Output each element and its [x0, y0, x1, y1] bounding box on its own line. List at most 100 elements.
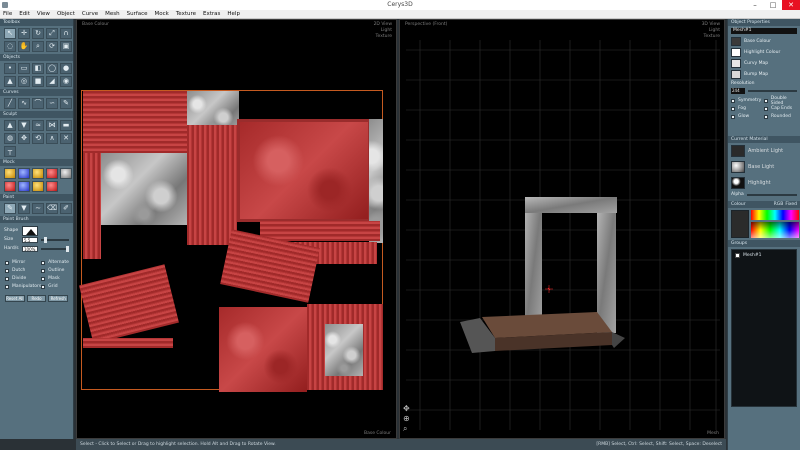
brush-shape-preview[interactable]: [22, 225, 38, 236]
move-icon[interactable]: ✛: [18, 28, 30, 39]
material-gold-icon[interactable]: [4, 168, 16, 179]
spline-icon[interactable]: ∽: [46, 98, 58, 109]
double-sided-checkbox[interactable]: Double Sided: [764, 96, 797, 106]
perspective-viewport[interactable]: Perspective (Front) 3D View Light Textur…: [399, 19, 725, 439]
menu-mesh[interactable]: Mesh: [105, 11, 119, 17]
pen-icon[interactable]: ✎: [60, 98, 72, 109]
sculpt-grab-icon[interactable]: ✥: [18, 133, 30, 144]
sculpt-inflate-icon[interactable]: ◍: [4, 133, 16, 144]
mask-checkbox[interactable]: Mask: [41, 275, 69, 282]
sculpt-flatten-icon[interactable]: ▬: [60, 120, 72, 131]
alpha-slider[interactable]: [746, 193, 797, 196]
sculpt-twist-icon[interactable]: ⟲: [32, 133, 44, 144]
menu-help[interactable]: Help: [227, 11, 240, 17]
vertex-icon[interactable]: •: [4, 63, 16, 74]
menu-extras[interactable]: Extras: [203, 11, 220, 17]
texture-viewport[interactable]: Base Colour 2D View Light Texture Base C…: [76, 19, 397, 439]
material-gray-icon[interactable]: [60, 168, 72, 179]
lasso-icon[interactable]: ◌: [4, 41, 16, 52]
ambient-light-swatch[interactable]: [731, 145, 745, 157]
grid-checkbox[interactable]: Grid: [41, 283, 69, 290]
sphere-icon[interactable]: ●: [60, 63, 72, 74]
tube-icon[interactable]: ◉: [60, 76, 72, 87]
resolution-slider[interactable]: [748, 90, 797, 92]
sculpt-smooth-icon[interactable]: ≈: [32, 120, 44, 131]
uv-patch[interactable]: [237, 119, 371, 222]
plane-icon[interactable]: ▭: [18, 63, 30, 74]
current-colour-swatch[interactable]: [731, 210, 749, 238]
hardness-input[interactable]: 100%: [22, 245, 38, 252]
manipulators-checkbox[interactable]: Manipulators: [5, 283, 41, 290]
paint-picker-icon[interactable]: ✐: [60, 203, 72, 214]
sculpt-layer-icon[interactable]: ┬: [4, 146, 16, 157]
orbit-icon[interactable]: ⟳: [46, 41, 58, 52]
uv-patch[interactable]: [83, 338, 173, 348]
alternate-checkbox[interactable]: Alternate: [41, 259, 69, 266]
hardness-slider[interactable]: [41, 245, 70, 252]
mirror-checkbox[interactable]: Mirror: [5, 259, 41, 266]
sculpt-push-icon[interactable]: ▼: [18, 120, 30, 131]
uv-patch[interactable]: [187, 125, 237, 245]
curve-icon[interactable]: ∿: [18, 98, 30, 109]
menu-mock[interactable]: Mock: [155, 11, 169, 17]
menu-surface[interactable]: Surface: [127, 11, 148, 17]
box-icon[interactable]: ■: [32, 76, 44, 87]
bezier-icon[interactable]: ⌒: [32, 98, 44, 109]
paint-erase-icon[interactable]: ⌫: [46, 203, 58, 214]
maximize-button[interactable]: □: [764, 0, 782, 10]
sculpt-pull-icon[interactable]: ▲: [4, 120, 16, 131]
fog-checkbox[interactable]: Fog: [731, 105, 764, 112]
divide-checkbox[interactable]: Divide: [5, 275, 41, 282]
redo-button[interactable]: Redo: [26, 295, 47, 302]
sculpt-crease-icon[interactable]: ∧: [46, 133, 58, 144]
object-name-field[interactable]: Mesh#1: [731, 28, 797, 34]
rotate-icon[interactable]: ↻: [32, 28, 44, 39]
hue-strip[interactable]: [751, 210, 799, 220]
paint-fill-icon[interactable]: ▼: [18, 203, 30, 214]
cylinder-icon[interactable]: ◯: [46, 63, 58, 74]
tab-rgb[interactable]: RGB: [774, 201, 784, 208]
highlight-colour-swatch[interactable]: [731, 48, 741, 57]
group-item[interactable]: Mesh#1: [735, 253, 761, 258]
size-input[interactable]: 5.5: [22, 236, 38, 243]
uv-patch[interactable]: [83, 91, 187, 153]
uv-patch[interactable]: [260, 221, 380, 241]
outline-checkbox[interactable]: Outline: [41, 267, 69, 274]
orbit-nav-icon[interactable]: ✥: [403, 404, 410, 414]
magnet-icon[interactable]: ∩: [60, 28, 72, 39]
line-icon[interactable]: ╱: [4, 98, 16, 109]
zoom-icon[interactable]: ⌕: [32, 41, 44, 52]
sculpt-mask-icon[interactable]: ✕: [60, 133, 72, 144]
size-slider[interactable]: [41, 236, 69, 243]
material-wood-icon[interactable]: [32, 181, 44, 192]
texture-label[interactable]: Texture: [374, 34, 392, 40]
paint-brush-icon[interactable]: ✎: [4, 203, 16, 214]
uv-patch[interactable]: [83, 153, 101, 259]
uv-patch[interactable]: [325, 324, 363, 376]
material-stone-icon[interactable]: [32, 168, 44, 179]
resolution-input[interactable]: 244: [731, 88, 745, 94]
torus-icon[interactable]: ◎: [18, 76, 30, 87]
close-button[interactable]: ✕: [782, 0, 800, 10]
zoom-nav-icon[interactable]: ⌕: [403, 424, 410, 434]
base-colour-swatch[interactable]: [731, 37, 741, 46]
glow-checkbox[interactable]: Glow: [731, 113, 764, 120]
curvy-map-swatch[interactable]: [731, 59, 741, 68]
material-blue-icon[interactable]: [18, 168, 30, 179]
select-arrow-icon[interactable]: ↖: [4, 28, 16, 39]
menu-object[interactable]: Object: [57, 11, 75, 17]
camera-icon[interactable]: ▣: [60, 41, 72, 52]
colour-palette[interactable]: [731, 210, 799, 238]
wedge-icon[interactable]: ◢: [46, 76, 58, 87]
menu-curve[interactable]: Curve: [82, 11, 98, 17]
pan-nav-icon[interactable]: ⊕: [403, 414, 410, 424]
scale-icon[interactable]: ⤢: [46, 28, 58, 39]
uv-patch[interactable]: [101, 153, 187, 225]
hand-icon[interactable]: ✋: [18, 41, 30, 52]
material-metal-icon[interactable]: [18, 181, 30, 192]
paint-smudge-icon[interactable]: ∼: [32, 203, 44, 214]
uv-patch[interactable]: [219, 307, 307, 392]
highlight-swatch[interactable]: [731, 177, 745, 189]
minimize-button[interactable]: –: [746, 0, 764, 10]
menu-texture[interactable]: Texture: [176, 11, 196, 17]
